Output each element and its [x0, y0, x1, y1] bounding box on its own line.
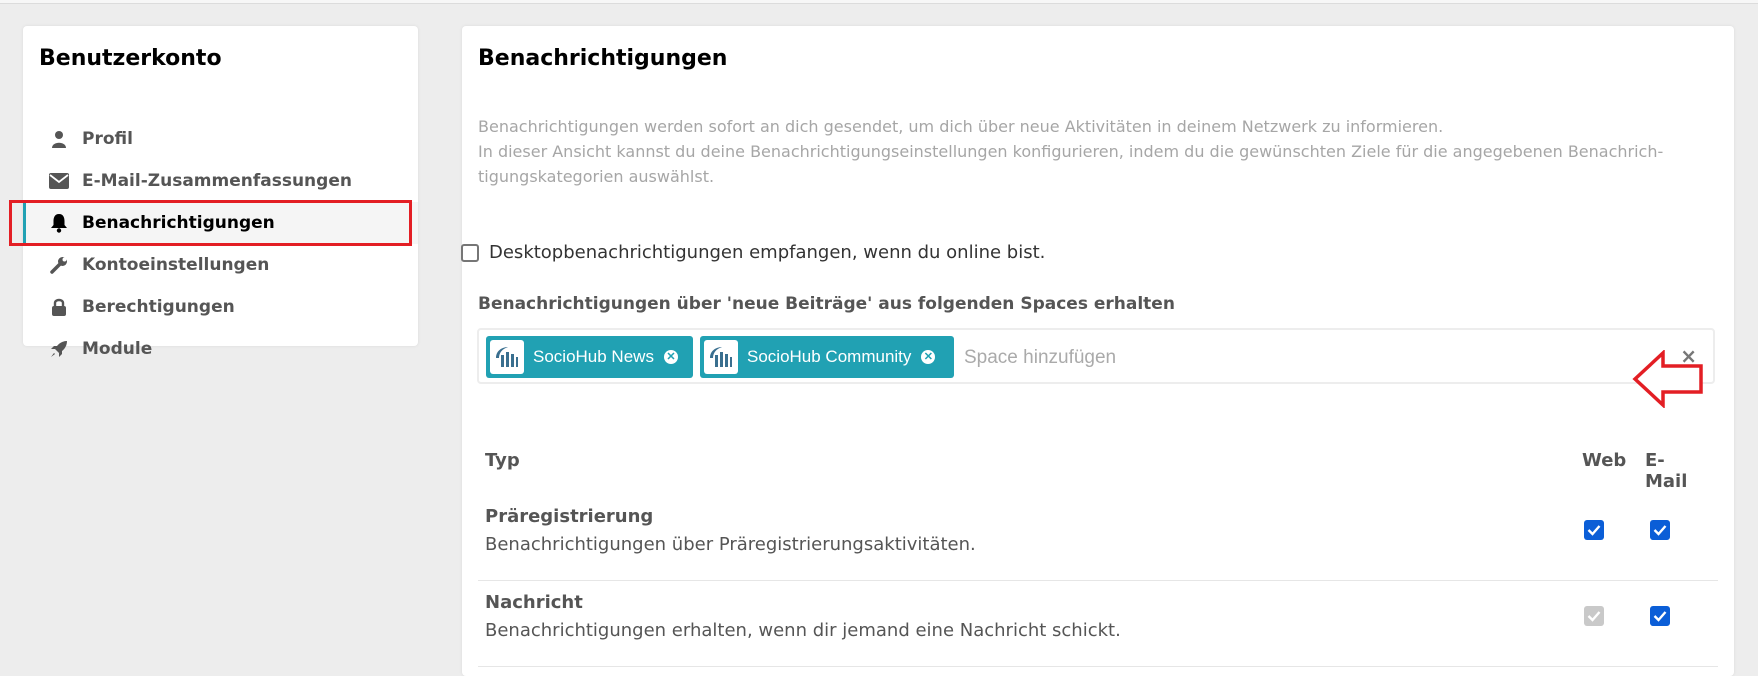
page-description: Benachrichtigungen werden sofort an dich…: [478, 114, 1718, 189]
notifications-panel: Benachrichtigungen Benachrichtigungen we…: [461, 26, 1734, 676]
space-chip-label: SocioHub Community: [747, 347, 912, 366]
space-logo-icon: [704, 340, 738, 374]
space-picker[interactable]: SocioHub News ✕ SocioHub Community ✕ ×: [477, 328, 1715, 384]
description-line: Benachrichtigungen werden sofort an dich…: [478, 117, 1444, 136]
top-bar: [0, 0, 1758, 4]
column-header-web: Web: [1582, 450, 1627, 471]
sidebar-item-label: Profil: [82, 129, 133, 149]
envelope-icon: [49, 171, 69, 191]
sidebar-item-label: Module: [82, 339, 153, 359]
checkmark-icon: [1587, 611, 1601, 622]
sidebar-item-profil[interactable]: Profil: [23, 118, 418, 160]
sidebar-menu: Profil E-Mail-Zusammenfassungen Benachri…: [9, 118, 418, 370]
desktop-notifications-label: Desktopbenachrichtigungen empfangen, wen…: [489, 242, 1046, 263]
checkmark-icon: [1653, 525, 1667, 536]
row-description: Benachrichtigungen über Präregistrierung…: [485, 534, 976, 555]
sidebar-title: Benutzerkonto: [39, 46, 222, 71]
table-row: Nachricht Benachrichtigungen erhalten, w…: [478, 592, 1718, 667]
email-checkbox[interactable]: [1650, 520, 1670, 540]
checkmark-icon: [1653, 611, 1667, 622]
space-search-input[interactable]: [962, 340, 1266, 376]
desktop-notifications-option[interactable]: Desktopbenachrichtigungen empfangen, wen…: [461, 242, 1045, 263]
row-title: Nachricht: [485, 592, 583, 613]
user-icon: [49, 129, 69, 149]
table-header: Typ Web E-Mail: [485, 450, 1697, 492]
account-sidebar: Benutzerkonto Profil E-Mail-Zusammenfass…: [9, 26, 418, 359]
row-title: Präregistrierung: [485, 506, 654, 527]
sidebar-item-label: Benachrichtigungen: [82, 213, 275, 233]
space-chip[interactable]: SocioHub News ✕: [486, 336, 693, 378]
email-checkbox[interactable]: [1650, 606, 1670, 626]
table-row: Präregistrierung Benachrichtigungen über…: [478, 506, 1718, 581]
wrench-icon: [49, 255, 69, 275]
sidebar-item-permissions[interactable]: Berechtigungen: [23, 286, 418, 328]
spaces-label: Benachrichtigungen über 'neue Beiträge' …: [478, 294, 1175, 314]
column-header-email: E-Mail: [1645, 450, 1688, 492]
checkmark-icon: [1587, 525, 1601, 536]
web-checkbox[interactable]: [1584, 520, 1604, 540]
desktop-notifications-checkbox[interactable]: [461, 243, 479, 262]
remove-space-icon[interactable]: ✕: [921, 350, 936, 364]
web-checkbox-disabled: [1584, 606, 1604, 626]
lock-icon: [49, 297, 69, 317]
row-description: Benachrichtigungen erhalten, wenn dir je…: [485, 620, 1121, 641]
page-title: Benachrichtigungen: [478, 46, 728, 71]
annotation-arrow-icon: [1632, 350, 1703, 408]
rocket-icon: [49, 339, 69, 359]
space-chip[interactable]: SocioHub Community ✕: [700, 336, 954, 378]
space-logo-icon: [490, 340, 524, 374]
sidebar-item-email-digest[interactable]: E-Mail-Zusammenfassungen: [23, 160, 418, 202]
sidebar-item-notifications[interactable]: Benachrichtigungen: [9, 200, 418, 246]
sidebar-item-label: Kontoeinstellungen: [82, 255, 270, 275]
sidebar-item-label: Berechtigungen: [82, 297, 235, 317]
description-line: In dieser Ansicht kannst du deine Benach…: [478, 142, 1664, 186]
remove-space-icon[interactable]: ✕: [663, 350, 678, 364]
space-chip-label: SocioHub News: [533, 347, 654, 366]
column-header-type: Typ: [485, 450, 520, 471]
bell-icon: [49, 213, 69, 233]
sidebar-item-modules[interactable]: Module: [23, 328, 418, 370]
sidebar-item-label: E-Mail-Zusammenfassungen: [82, 171, 352, 191]
sidebar-item-account-settings[interactable]: Kontoeinstellungen: [23, 244, 418, 286]
